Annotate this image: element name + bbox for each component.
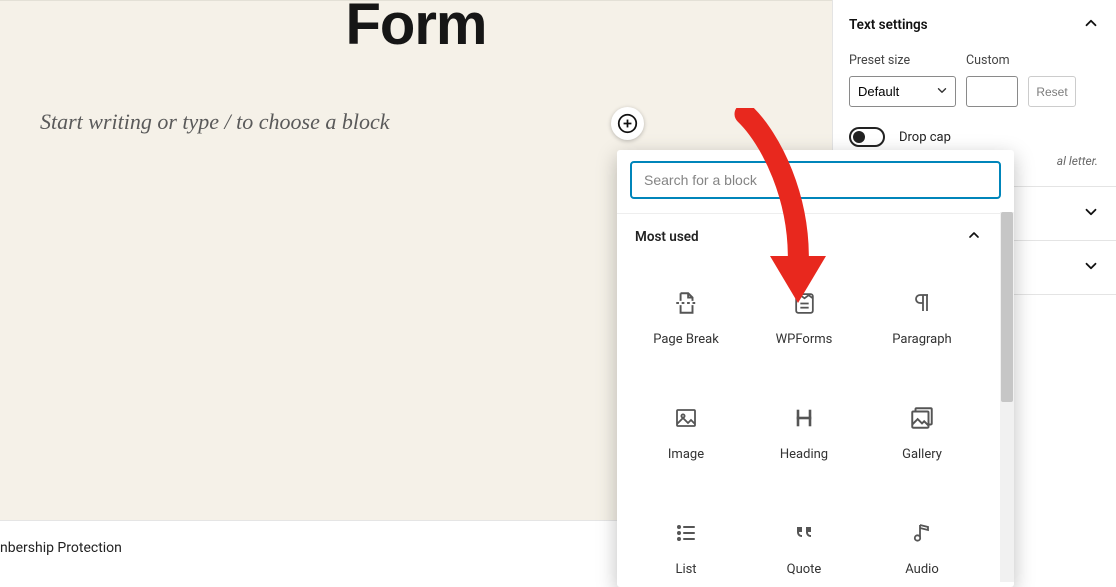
custom-size-label: Custom <box>966 53 1018 68</box>
block-item-audio[interactable]: Audio <box>863 491 981 587</box>
block-item-paragraph[interactable]: Paragraph <box>863 261 981 376</box>
plus-circle-icon <box>617 113 638 134</box>
reset-button[interactable]: Reset <box>1028 76 1076 107</box>
preset-size-label: Preset size <box>849 53 956 68</box>
block-label: WPForms <box>776 332 833 347</box>
block-item-heading[interactable]: Heading <box>745 376 863 491</box>
block-item-quote[interactable]: Quote <box>745 491 863 587</box>
block-item-image[interactable]: Image <box>627 376 745 491</box>
section-header-most-used[interactable]: Most used <box>617 214 1014 255</box>
image-icon <box>673 405 699 431</box>
page-break-icon <box>673 290 699 316</box>
audio-icon <box>909 520 935 546</box>
preset-size-value: Default <box>858 84 899 99</box>
block-label: Gallery <box>902 447 942 462</box>
search-input[interactable] <box>630 161 1001 199</box>
block-label: Page Break <box>653 332 719 347</box>
scrollbar-track[interactable] <box>1000 212 1014 582</box>
dropcap-label: Drop cap <box>899 130 951 145</box>
dropcap-toggle[interactable] <box>849 127 885 147</box>
block-label: Audio <box>905 562 938 577</box>
block-item-list[interactable]: List <box>627 491 745 587</box>
page-title[interactable]: Form <box>0 0 832 58</box>
scrollbar-thumb[interactable] <box>1001 212 1013 402</box>
gallery-icon <box>909 405 935 431</box>
preset-size-select[interactable]: Default <box>849 76 956 107</box>
chevron-up-icon <box>1082 14 1100 36</box>
chevron-up-icon <box>966 227 982 247</box>
list-icon <box>673 520 699 546</box>
block-placeholder[interactable]: Start writing or type / to choose a bloc… <box>40 109 390 135</box>
panel-header-text-settings[interactable]: Text settings <box>833 0 1116 50</box>
chevron-down-icon <box>1082 203 1100 225</box>
custom-size-input[interactable] <box>966 76 1018 107</box>
block-label: Image <box>668 447 704 462</box>
block-inserter-popover: Most used Page Break WPForms <box>617 150 1014 587</box>
block-label: List <box>675 562 696 577</box>
paragraph-icon <box>909 290 935 316</box>
section-title: Most used <box>635 229 699 245</box>
block-label: Quote <box>787 562 822 577</box>
panel-title: Text settings <box>849 17 928 33</box>
block-item-page-break[interactable]: Page Break <box>627 261 745 376</box>
wpforms-icon <box>791 290 817 316</box>
add-block-button[interactable] <box>611 107 644 140</box>
block-item-gallery[interactable]: Gallery <box>863 376 981 491</box>
heading-icon <box>791 405 817 431</box>
block-item-wpforms[interactable]: WPForms <box>745 261 863 376</box>
block-label: Paragraph <box>892 332 951 347</box>
blocks-grid: Page Break WPForms Paragraph Image <box>617 255 1014 587</box>
block-label: Heading <box>780 447 828 462</box>
chevron-down-icon <box>1082 257 1100 279</box>
quote-icon <box>791 520 817 546</box>
document-section-label: nbership Protection <box>0 540 122 556</box>
